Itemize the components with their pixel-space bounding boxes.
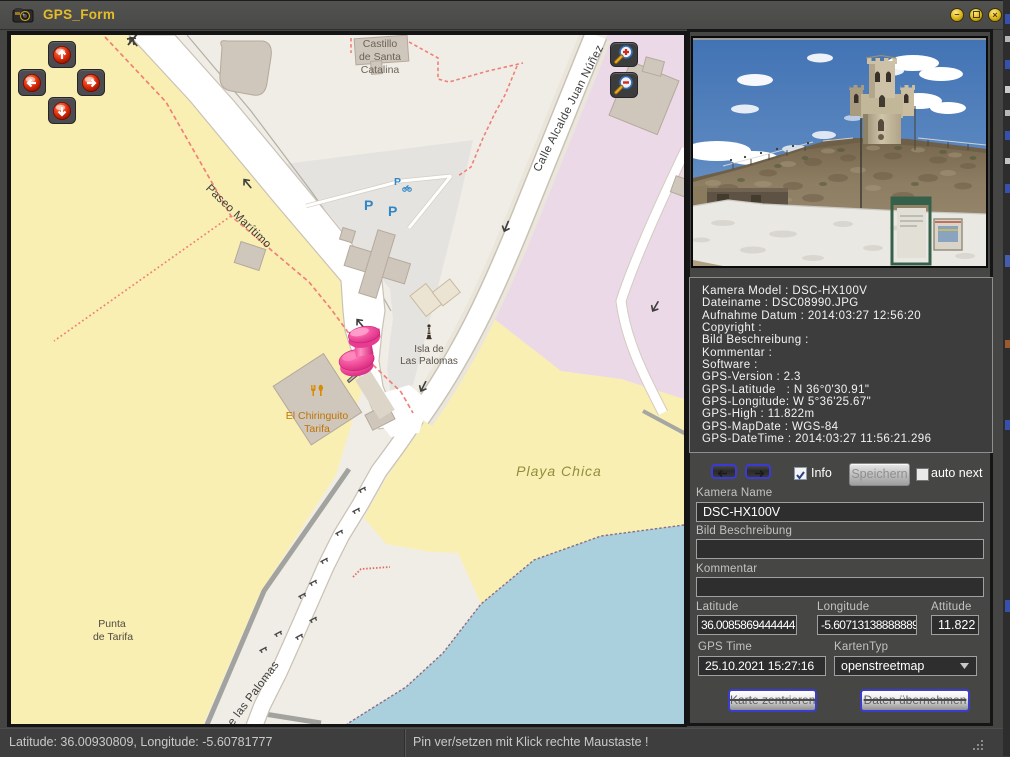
svg-text:Castillo: Castillo	[363, 38, 398, 50]
svg-text:de Santa: de Santa	[359, 51, 401, 63]
svg-text:P: P	[394, 176, 401, 188]
svg-text:de Tarifa: de Tarifa	[93, 631, 133, 643]
svg-text:Playa Chica: Playa Chica	[516, 463, 602, 479]
svg-text:El Chiringuito: El Chiringuito	[286, 410, 349, 422]
svg-text:P: P	[388, 203, 397, 219]
svg-text:Catalina: Catalina	[361, 64, 400, 76]
svg-text:Tarifa: Tarifa	[304, 423, 330, 435]
svg-text:Las Palomas: Las Palomas	[400, 356, 458, 367]
svg-text:P: P	[364, 197, 373, 213]
svg-text:Isla de: Isla de	[414, 344, 444, 355]
svg-text:Punta: Punta	[98, 618, 126, 630]
